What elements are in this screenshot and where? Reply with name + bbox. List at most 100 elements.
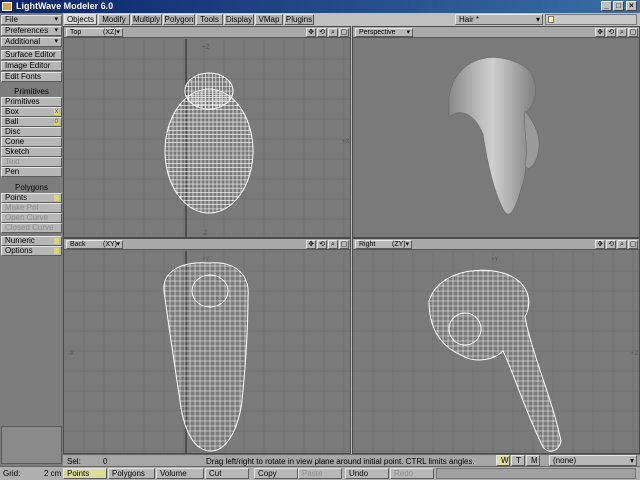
- tab-display[interactable]: Display: [224, 14, 254, 25]
- vmap-select[interactable]: (none) ▾: [549, 455, 637, 466]
- mode-polygons-button[interactable]: Polygons: [108, 468, 155, 479]
- sidebar-box-button[interactable]: Box X: [1, 107, 62, 117]
- viewport-back[interactable]: Back (XY) ▾ ✥ ⟲ ⌕ ▢ -X +Y: [63, 238, 351, 454]
- sidebar-edit-fonts-label: Edit Fonts: [5, 72, 42, 81]
- tab-polygon[interactable]: Polygon: [163, 14, 195, 25]
- sidebar-text-button: Text: [1, 157, 62, 167]
- viewport-top[interactable]: Top (XZ) ▾ ✥ ⟲ ⌕ ▢ +Z +X -Z: [63, 26, 351, 238]
- layer-select[interactable]: Hair * ▾: [455, 14, 543, 25]
- sidebar-image-editor-button[interactable]: Image Editor: [1, 61, 62, 71]
- option-indicator: [54, 238, 59, 244]
- sidebar-file-button[interactable]: File ▾: [1, 15, 62, 25]
- move-icon[interactable]: ✥: [595, 28, 605, 37]
- viewport-perspective[interactable]: Perspective ▾ ✥ ⟲ ⌕ ▢: [352, 26, 640, 238]
- viewport-right[interactable]: Right (ZY) ▾ ✥ ⟲ ⌕ ▢ +Z +Y: [352, 238, 640, 454]
- sidebar-ball-button[interactable]: Ball O: [1, 117, 62, 127]
- viewport-canvas[interactable]: [353, 39, 639, 238]
- maximize-icon[interactable]: ▢: [339, 28, 349, 37]
- sidebar-additional-button[interactable]: Additional ▾: [1, 37, 62, 47]
- redo-button: Redo: [390, 468, 434, 479]
- sidebar-box-label: Box: [5, 107, 19, 116]
- sidebar-surface-editor-button[interactable]: Surface Editor: [1, 50, 62, 60]
- sidebar-edit-fonts-button[interactable]: Edit Fonts: [1, 72, 62, 82]
- cut-button[interactable]: Cut: [205, 468, 249, 479]
- sidebar-options-label: Options: [5, 246, 33, 255]
- edit-label: Cut: [209, 469, 222, 478]
- svg-text:+Z: +Z: [202, 45, 210, 51]
- viewport-view-label: Back: [70, 241, 86, 248]
- viewport-view-label: Perspective: [359, 29, 396, 36]
- primitives-header: Primitives: [14, 87, 49, 96]
- layer-buttons[interactable]: [545, 14, 637, 25]
- zoom-icon[interactable]: ⌕: [617, 28, 627, 37]
- chevron-down-icon: ▾: [406, 29, 410, 36]
- svg-text:-X: -X: [68, 351, 74, 357]
- wtm-m-button[interactable]: M: [526, 455, 540, 466]
- undo-button[interactable]: Undo: [345, 468, 389, 479]
- viewport-view-label: Right: [359, 241, 376, 248]
- minimize-button[interactable]: _: [601, 1, 612, 11]
- tab-tools[interactable]: Tools: [196, 14, 223, 25]
- sidebar-ball-label: Ball: [5, 117, 19, 126]
- wtm-w-button[interactable]: W: [496, 455, 510, 466]
- chevron-down-icon: ▾: [116, 241, 120, 248]
- edit-label: Copy: [258, 469, 277, 478]
- sidebar-pen-label: Pen: [5, 167, 20, 176]
- rotate-icon[interactable]: ⟲: [317, 28, 327, 37]
- sidebar-make-pol-button: Make Pol: [1, 203, 62, 213]
- wtm-t-button[interactable]: T: [511, 455, 525, 466]
- rotate-icon[interactable]: ⟲: [317, 240, 327, 249]
- sidebar-preferences-button[interactable]: Preferences ▾: [1, 26, 62, 36]
- tab-objects[interactable]: Objects: [64, 14, 97, 25]
- zoom-icon[interactable]: ⌕: [328, 240, 338, 249]
- option-indicator: [54, 248, 59, 254]
- copy-button[interactable]: Copy: [254, 468, 298, 479]
- maximize-icon[interactable]: ▢: [628, 28, 638, 37]
- mode-volume-button[interactable]: Volume: [156, 468, 204, 479]
- sidebar-options-button[interactable]: Options: [1, 246, 62, 256]
- viewport-view-select[interactable]: Top (XZ) ▾: [66, 28, 123, 37]
- viewport-header: Perspective ▾ ✥ ⟲ ⌕ ▢: [353, 27, 639, 38]
- zoom-icon[interactable]: ⌕: [328, 28, 338, 37]
- sidebar-sketch-label: Sketch: [5, 147, 30, 156]
- sidebar-primitives-button[interactable]: Primitives: [1, 97, 62, 107]
- move-icon[interactable]: ✥: [306, 240, 316, 249]
- mode-points-button[interactable]: Points: [63, 468, 107, 479]
- sidebar-sketch-button[interactable]: Sketch: [1, 147, 62, 157]
- sidebar-blank-area: [1, 426, 62, 464]
- rotate-icon[interactable]: ⟲: [606, 28, 616, 37]
- sidebar-primitives-label: Primitives: [5, 97, 40, 106]
- tab-vmap[interactable]: VMap: [255, 14, 283, 25]
- maximize-icon[interactable]: ▢: [628, 240, 638, 249]
- maximize-button[interactable]: □: [613, 1, 624, 11]
- vmap-select-value: (none): [553, 456, 577, 465]
- window-title: LightWave Modeler 6.0: [16, 1, 114, 11]
- tab-plugins[interactable]: Plugins: [284, 14, 314, 25]
- sidebar-disc-button[interactable]: Disc: [1, 127, 62, 137]
- viewport-view-label: Top: [70, 29, 82, 36]
- sidebar-cone-button[interactable]: Cone: [1, 137, 62, 147]
- viewport-view-select[interactable]: Right (ZY) ▾: [355, 240, 412, 249]
- sidebar-closed-curve-button: Closed Curve: [1, 223, 62, 233]
- close-button[interactable]: ×: [626, 1, 637, 11]
- viewport-canvas[interactable]: -X +Y: [64, 251, 350, 454]
- viewport-canvas[interactable]: +Z +X -Z: [64, 39, 350, 238]
- move-icon[interactable]: ✥: [595, 240, 605, 249]
- viewport-view-select[interactable]: Perspective ▾: [355, 28, 413, 37]
- viewport-view-select[interactable]: Back (XY) ▾: [66, 240, 123, 249]
- move-icon[interactable]: ✥: [306, 28, 316, 37]
- tab-modify[interactable]: Modify: [98, 14, 130, 25]
- viewport-canvas[interactable]: +Z +Y: [353, 251, 639, 454]
- sidebar-image-editor-label: Image Editor: [5, 61, 51, 70]
- sidebar-pen-button[interactable]: Pen: [1, 167, 62, 177]
- rotate-icon[interactable]: ⟲: [606, 240, 616, 249]
- maximize-icon[interactable]: ▢: [339, 240, 349, 249]
- chevron-down-icon: ▾: [535, 15, 540, 24]
- sidebar-closed-curve-label: Closed Curve: [5, 223, 54, 232]
- sidebar-preferences-label: Preferences: [5, 26, 49, 35]
- sidebar-points-button[interactable]: Points: [1, 193, 62, 203]
- zoom-icon[interactable]: ⌕: [617, 240, 627, 249]
- tab-multiply[interactable]: Multiply: [131, 14, 162, 25]
- grid-label: Grid:: [3, 469, 21, 478]
- sidebar-numeric-button[interactable]: Numeric: [1, 236, 62, 246]
